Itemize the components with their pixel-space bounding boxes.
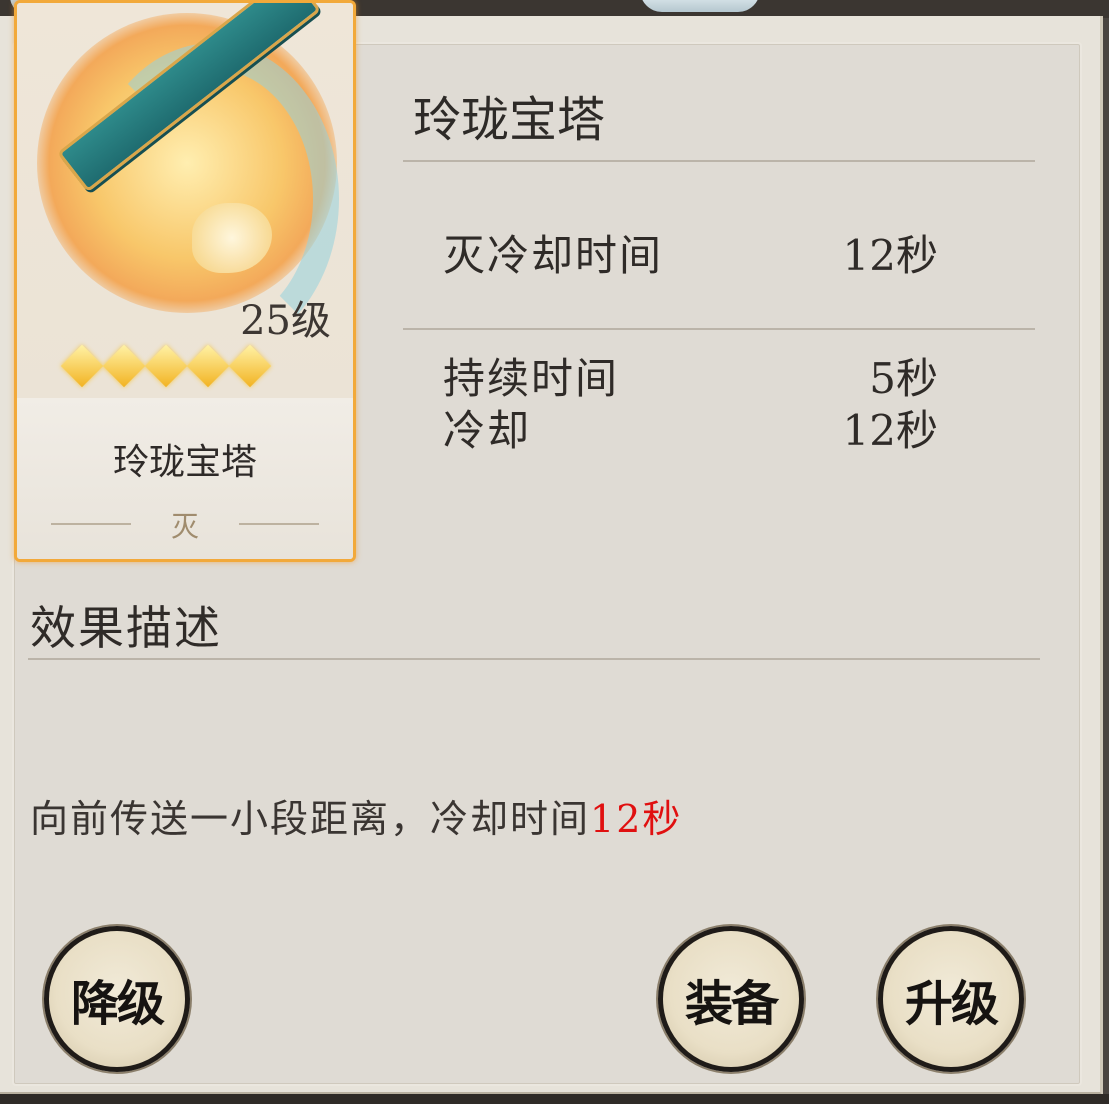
effect-description: 向前传送一小段距离，冷却时间12秒	[30, 788, 682, 843]
upgrade-label: 升级	[904, 976, 999, 1032]
star-icon	[186, 344, 230, 388]
star-rating	[60, 344, 272, 388]
divider	[403, 328, 1035, 330]
upgrade-button[interactable]: 升级	[878, 926, 1024, 1072]
effect-highlight: 12秒	[590, 797, 683, 841]
stat-value: 12秒	[842, 406, 938, 455]
bottom-bar	[0, 1094, 1109, 1104]
equip-button[interactable]: 装备	[658, 926, 804, 1072]
card-name-area: 玲珑宝塔 灭	[17, 398, 353, 559]
stat-label: 冷却	[443, 406, 532, 455]
stat-value: 12秒	[842, 231, 938, 280]
item-title: 玲珑宝塔	[413, 92, 606, 148]
equip-label: 装备	[684, 976, 779, 1032]
downgrade-button[interactable]: 降级	[44, 926, 190, 1072]
divider	[403, 160, 1035, 162]
divider	[28, 658, 1040, 660]
divider	[239, 523, 319, 525]
star-icon	[144, 344, 188, 388]
star-icon	[228, 344, 272, 388]
star-icon	[102, 344, 146, 388]
top-right-ornament	[640, 0, 760, 12]
effect-section-title: 效果描述	[30, 601, 222, 655]
screen: 25级 玲珑宝塔 灭 玲珑宝塔 灭冷却时间 12秒 持续时间 5秒 冷却 12秒…	[0, 0, 1109, 1104]
downgrade-label: 降级	[70, 976, 165, 1032]
card-name: 玲珑宝塔	[112, 442, 257, 483]
item-art: 25级	[17, 3, 353, 398]
stat-label: 灭冷却时间	[443, 231, 664, 280]
effect-text: 向前传送一小段距离，冷却时间	[30, 797, 591, 841]
item-card[interactable]: 25级 玲珑宝塔 灭	[14, 0, 356, 562]
card-type: 灭	[170, 510, 199, 543]
item-level: 25级	[240, 298, 331, 344]
star-icon	[60, 344, 104, 388]
